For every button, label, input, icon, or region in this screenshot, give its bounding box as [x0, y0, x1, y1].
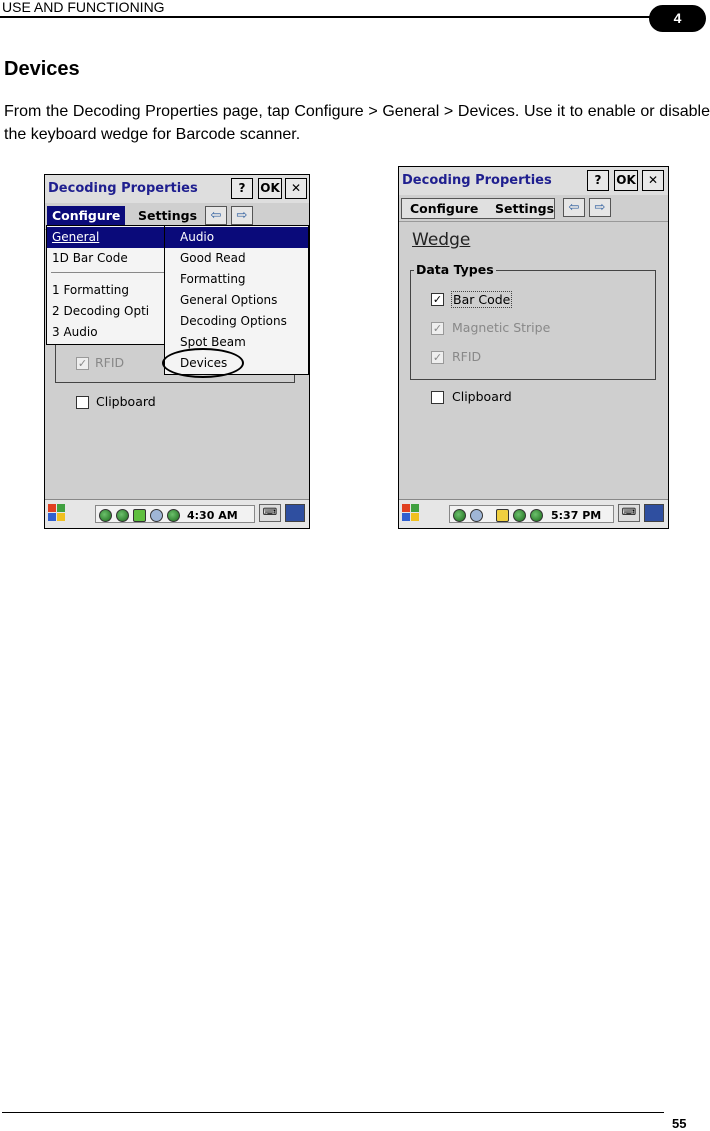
connection-icon[interactable]	[150, 509, 163, 522]
arrow-left-icon[interactable]: ⇦	[563, 198, 585, 217]
submenu-item-decoding-options[interactable]: Decoding Options	[165, 311, 308, 332]
battery-icon[interactable]	[496, 509, 509, 522]
clock[interactable]: 4:30 AM	[187, 509, 238, 522]
menu-item-general[interactable]: General	[47, 227, 173, 248]
keyboard-icon[interactable]: ⌨	[259, 504, 281, 522]
page-heading: Wedge	[412, 230, 471, 250]
submenu-item-general-options[interactable]: General Options	[165, 290, 308, 311]
screenshot-wedge-page: Decoding Properties ? OK ✕ Configure Set…	[398, 166, 669, 529]
title-bar: Decoding Properties ? OK ✕	[399, 167, 668, 195]
menu-bar: Configure Settings ⇦ ⇨	[399, 195, 668, 222]
magnetic-stripe-label: Magnetic Stripe	[452, 320, 551, 335]
help-button[interactable]: ?	[587, 170, 609, 191]
clipboard-checkbox[interactable]	[76, 396, 89, 409]
configure-menu: General 1D Bar Code 1 Formatting 2 Decod…	[46, 225, 174, 345]
menu-separator	[51, 272, 169, 273]
taskbar: 5:37 PM ⌨	[399, 499, 668, 528]
ok-button[interactable]: OK	[258, 178, 282, 199]
title-bar: Decoding Properties ? OK ✕	[45, 175, 309, 203]
arrow-right-icon[interactable]: ⇨	[589, 198, 611, 217]
submenu-item-audio[interactable]: Audio	[165, 227, 308, 248]
taskbar: 4:30 AM ⌨	[45, 499, 309, 528]
section-title: Devices	[4, 58, 80, 80]
close-button[interactable]: ✕	[285, 178, 307, 199]
tab-settings[interactable]: Settings	[495, 199, 554, 218]
arrow-right-icon[interactable]: ⇨	[231, 206, 253, 225]
network-icon[interactable]	[116, 509, 129, 522]
keyboard-icon[interactable]: ⌨	[618, 504, 640, 522]
window-switch-icon[interactable]	[644, 504, 664, 522]
submenu-item-formatting[interactable]: Formatting	[165, 269, 308, 290]
clipboard-label: Clipboard	[96, 394, 156, 409]
group-title: Data Types	[414, 262, 496, 277]
footer-rule	[2, 1112, 664, 1113]
chapter-badge: 4	[649, 5, 706, 32]
windows-start-icon[interactable]	[402, 504, 420, 522]
rfid-checkbox: ✓	[431, 351, 444, 364]
magnetic-stripe-checkbox: ✓	[431, 322, 444, 335]
clipboard-checkbox[interactable]	[431, 391, 444, 404]
barcode-checkbox[interactable]: ✓	[431, 293, 444, 306]
tab-configure[interactable]: Configure	[47, 206, 126, 225]
battery-icon[interactable]	[133, 509, 146, 522]
close-button[interactable]: ✕	[642, 170, 664, 191]
clock[interactable]: 5:37 PM	[551, 509, 601, 522]
submenu-item-good-read[interactable]: Good Read	[165, 248, 308, 269]
network-icon[interactable]	[513, 509, 526, 522]
network-icon[interactable]	[453, 509, 466, 522]
running-header: USE AND FUNCTIONING	[2, 0, 165, 15]
page-number: 55	[672, 1116, 687, 1131]
barcode-label: Bar Code	[451, 291, 513, 308]
arrow-left-icon[interactable]: ⇦	[205, 206, 227, 225]
menu-item-decoding-options[interactable]: 2 Decoding Opti	[47, 301, 173, 322]
ok-button[interactable]: OK	[614, 170, 638, 191]
tab-configure[interactable]: Configure	[410, 199, 478, 218]
rfid-label: RFID	[95, 355, 125, 370]
windows-start-icon[interactable]	[48, 504, 66, 522]
system-tray: 4:30 AM	[95, 505, 255, 523]
menu-item-formatting[interactable]: 1 Formatting	[47, 280, 173, 301]
menu-tabs-group: Configure Settings	[401, 198, 555, 219]
help-button[interactable]: ?	[231, 178, 253, 199]
highlight-oval	[162, 348, 244, 378]
tab-settings[interactable]: Settings	[133, 206, 202, 225]
network-icon[interactable]	[530, 509, 543, 522]
rfid-label: RFID	[452, 349, 482, 364]
connection-icon[interactable]	[470, 509, 483, 522]
window-title: Decoding Properties	[402, 173, 552, 188]
network-icon[interactable]	[167, 509, 180, 522]
window-title: Decoding Properties	[48, 181, 198, 196]
clipboard-label: Clipboard	[452, 389, 512, 404]
menu-item-1d-bar-code[interactable]: 1D Bar Code	[47, 248, 173, 269]
window-switch-icon[interactable]	[285, 504, 305, 522]
system-tray: 5:37 PM	[449, 505, 614, 523]
network-icon[interactable]	[99, 509, 112, 522]
rfid-checkbox: ✓	[76, 357, 89, 370]
body-paragraph: From the Decoding Properties page, tap C…	[4, 103, 710, 143]
menu-item-audio[interactable]: 3 Audio	[47, 322, 173, 343]
header-rule	[0, 16, 650, 18]
screenshot-configure-menu: Decoding Properties ? OK ✕ Configure Set…	[44, 174, 310, 529]
